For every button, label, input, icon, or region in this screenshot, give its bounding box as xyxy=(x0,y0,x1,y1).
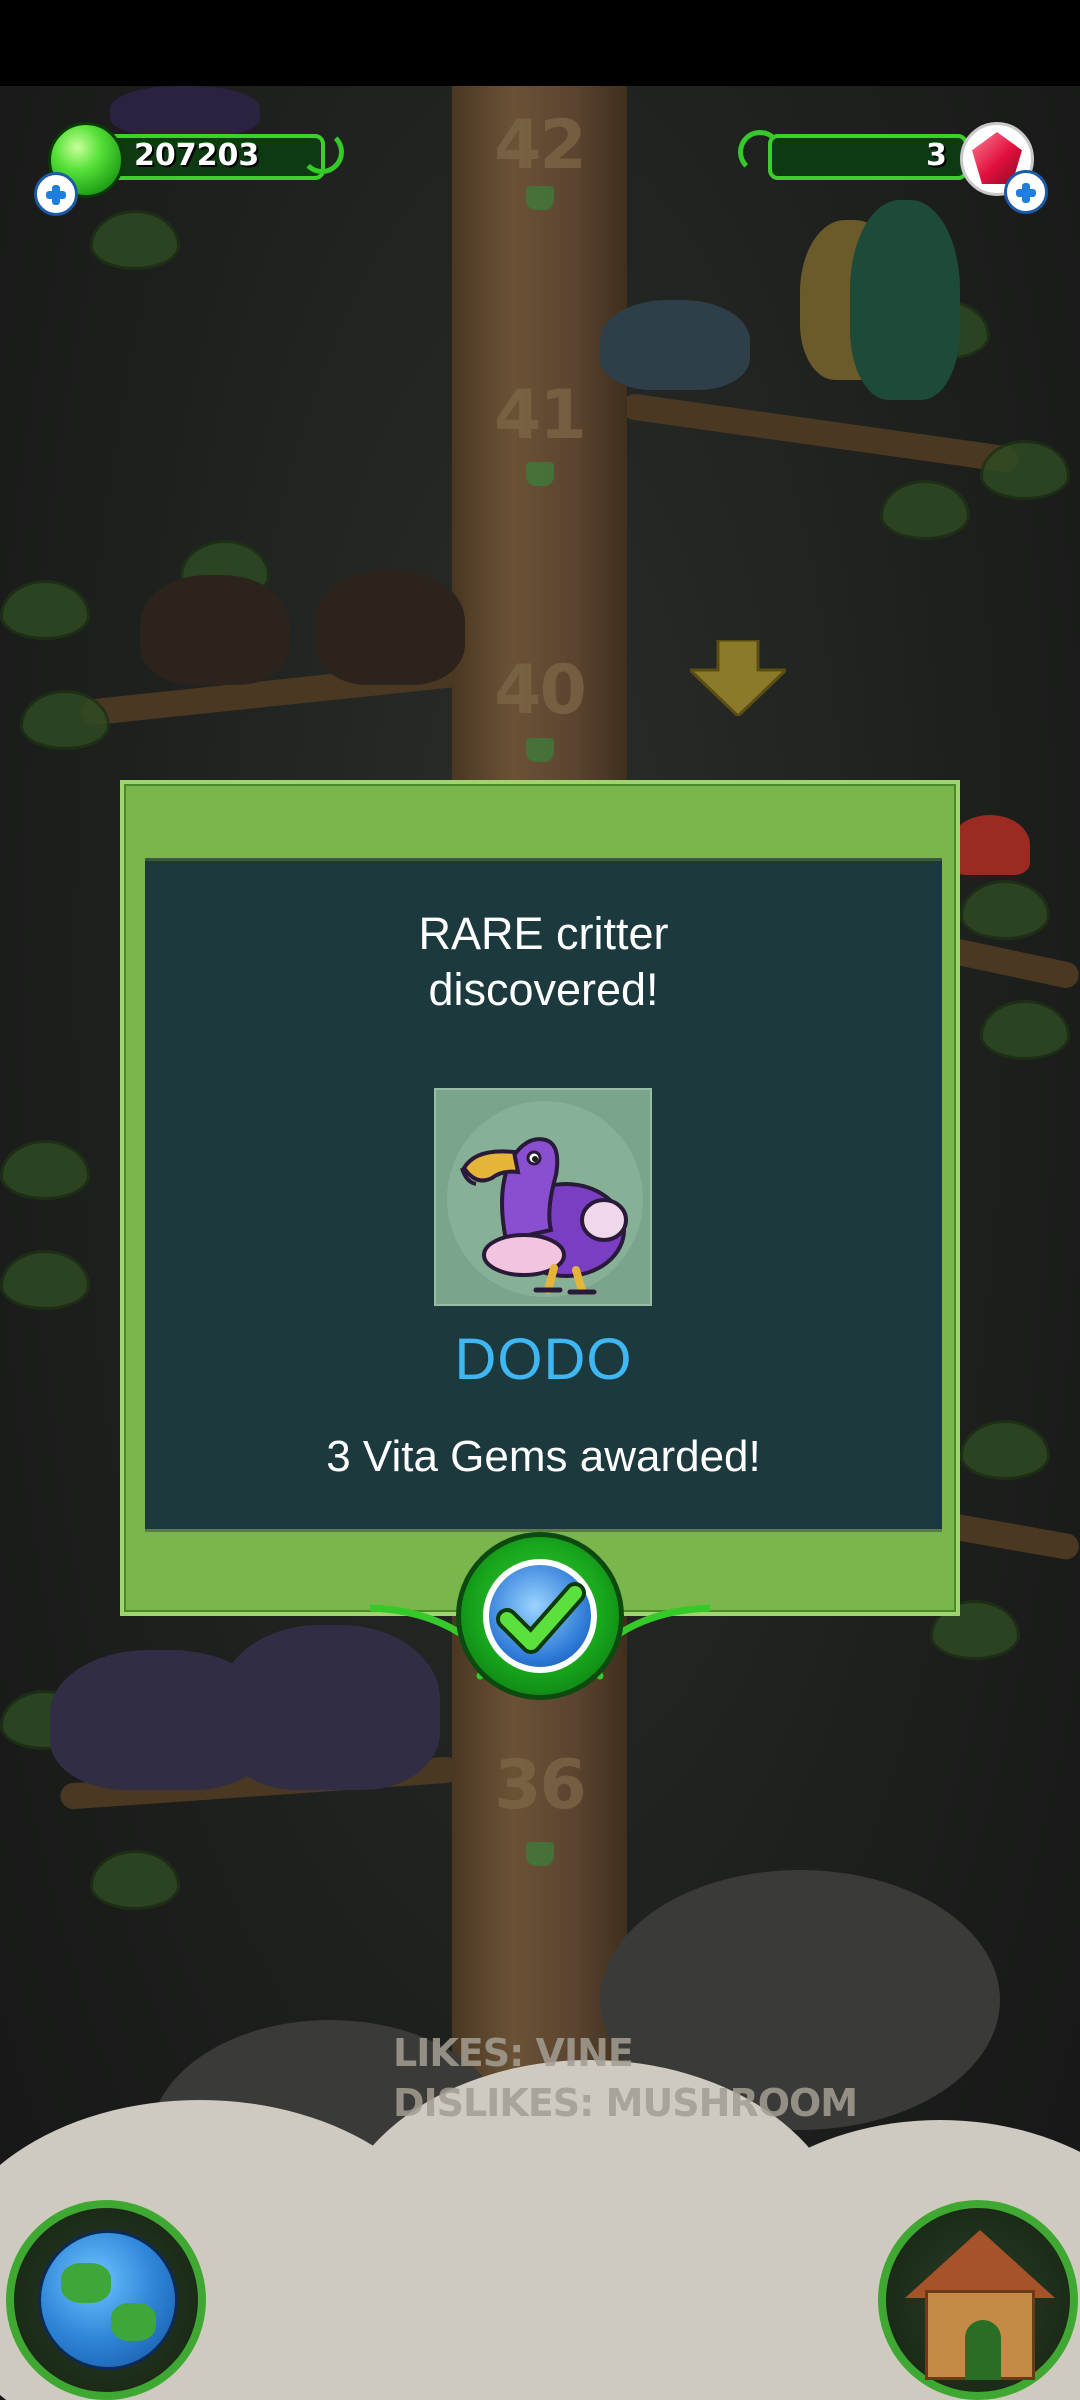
heading-line-1: RARE critter xyxy=(418,908,669,959)
leaf xyxy=(880,480,970,540)
likes-text: LIKES: VINE xyxy=(393,2031,634,2075)
level-number: 42 xyxy=(494,106,587,185)
leaf xyxy=(980,440,1070,500)
game-scene: 42 41 40 36 LIKES: VINE DISLIKES: MUSHRO… xyxy=(0,0,1080,2400)
cat-face-icon xyxy=(526,462,554,486)
status-bar xyxy=(0,0,1080,86)
critter-silhouette xyxy=(850,200,960,400)
critter-name: DODO xyxy=(454,1327,633,1392)
leaf xyxy=(960,880,1050,940)
dislikes-text: DISLIKES: MUSHROOM xyxy=(393,2081,858,2125)
award-text: 3 Vita Gems awarded! xyxy=(326,1432,761,1481)
leaf xyxy=(90,210,180,270)
leaf xyxy=(90,1850,180,1910)
cat-face-icon xyxy=(526,738,554,762)
vine-icon xyxy=(738,130,782,174)
critter-portrait xyxy=(434,1088,652,1306)
critter-silhouette xyxy=(600,300,750,390)
cat-face-icon xyxy=(526,186,554,210)
level-number: 36 xyxy=(494,1746,587,1825)
globe-icon xyxy=(38,2230,178,2370)
globe-land xyxy=(61,2263,111,2303)
add-green-gems-button[interactable] xyxy=(34,172,78,216)
level-number: 41 xyxy=(494,376,587,455)
add-red-gems-button[interactable] xyxy=(1004,170,1048,214)
green-gem-count: 207203 xyxy=(134,138,260,173)
confirm-button-face xyxy=(483,1559,597,1673)
leaf xyxy=(0,580,90,640)
dialog-heading: RARE critter discovered! xyxy=(145,906,942,1018)
globe-land xyxy=(111,2303,156,2341)
branch xyxy=(620,392,1020,474)
branch xyxy=(938,935,1080,991)
red-gem-count: 3 xyxy=(926,138,947,173)
level-number: 40 xyxy=(494,651,587,730)
checkmark-icon xyxy=(496,1582,586,1654)
leaf xyxy=(980,1000,1070,1060)
critter-silhouette xyxy=(315,570,465,685)
arrow-down-icon[interactable] xyxy=(690,640,786,716)
critter-silhouette xyxy=(950,815,1030,875)
critter-silhouette xyxy=(110,86,260,136)
heading-line-2: discovered! xyxy=(428,964,659,1015)
critter-preferences: LIKES: VINE DISLIKES: MUSHROOM xyxy=(393,2028,858,2128)
house-door xyxy=(965,2320,1001,2380)
critter-silhouette xyxy=(140,575,290,685)
leaf xyxy=(0,1250,90,1310)
leaf xyxy=(960,1420,1050,1480)
vine-icon xyxy=(300,130,344,174)
dodo-icon xyxy=(447,1101,643,1297)
leaf xyxy=(0,1140,90,1200)
confirm-button[interactable] xyxy=(456,1532,624,1700)
cat-face-icon xyxy=(526,1842,554,1866)
